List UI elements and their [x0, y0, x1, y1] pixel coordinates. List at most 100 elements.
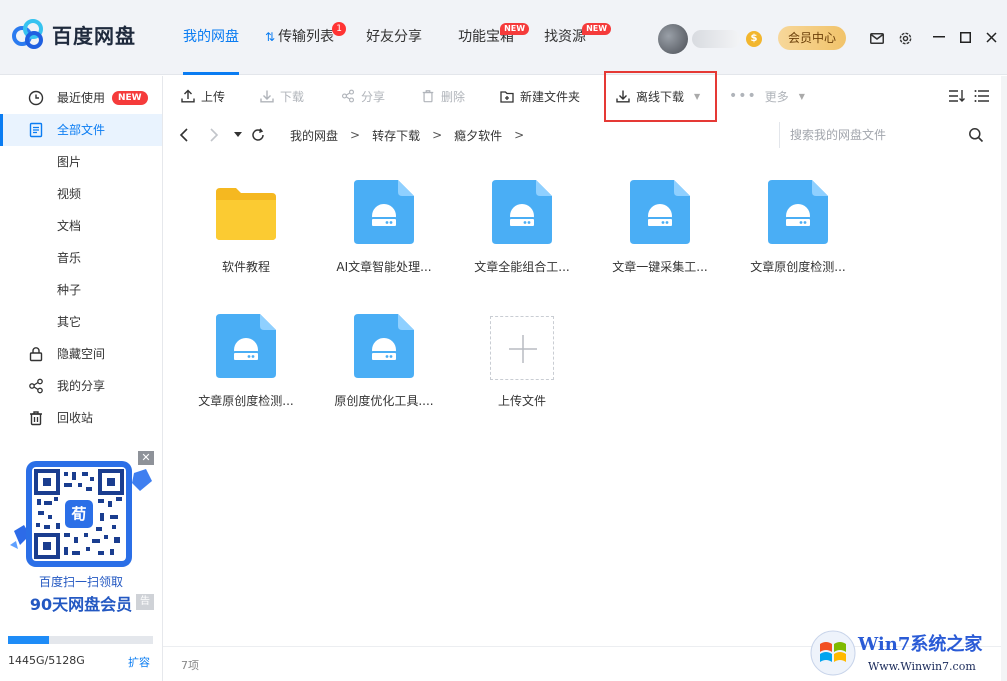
- sidebar-item-videos[interactable]: 视频: [0, 178, 162, 210]
- search-icon[interactable]: [968, 127, 984, 143]
- executable-file-icon: [354, 314, 414, 378]
- upload-file-tile[interactable]: 上传文件: [462, 288, 582, 408]
- site-watermark: Win7系统之家 Www.Winwin7.com: [808, 628, 1007, 681]
- sidebar-item-images[interactable]: 图片: [0, 146, 162, 178]
- list-view-icon[interactable]: [974, 88, 990, 104]
- sidebar-item-docs[interactable]: 文档: [0, 210, 162, 242]
- file-name: 原创度优化工具....: [324, 392, 444, 409]
- tab-my-netdisk[interactable]: 我的网盘: [170, 0, 252, 75]
- chevron-down-icon[interactable]: ▼: [694, 92, 700, 101]
- maximize-icon[interactable]: [953, 26, 977, 48]
- user-area[interactable]: $: [658, 24, 762, 54]
- file-item-folder[interactable]: 软件教程: [186, 154, 306, 274]
- right-edge-strip: [1001, 76, 1007, 681]
- more-dots-icon: •••: [729, 88, 757, 104]
- sidebar-item-label: 文档: [57, 210, 81, 242]
- trash-icon: [28, 410, 44, 426]
- file-item-exe[interactable]: 原创度优化工具....: [324, 288, 444, 408]
- sidebar-item-hidden-space[interactable]: 隐藏空间: [0, 338, 162, 370]
- promo-text-offer: 90天网盘会员: [8, 591, 154, 615]
- coin-icon[interactable]: $: [746, 31, 762, 47]
- sidebar-item-my-shares[interactable]: 我的分享: [0, 370, 162, 402]
- sidebar-item-recycle-bin[interactable]: 回收站: [0, 402, 162, 434]
- upload-icon: [181, 89, 195, 103]
- share-button[interactable]: 分享: [341, 76, 385, 116]
- chevron-down-icon: ▼: [799, 92, 805, 101]
- refresh-icon[interactable]: [251, 116, 265, 154]
- file-item-exe[interactable]: 文章原创度检测...: [186, 288, 306, 408]
- file-item-exe[interactable]: 文章原创度检测...: [738, 154, 858, 274]
- view-controls: [948, 88, 990, 104]
- download-icon: [616, 89, 630, 103]
- file-item-exe[interactable]: AI文章智能处理...: [324, 154, 444, 274]
- tab-transfer-list[interactable]: ⇅传输列表 1: [252, 0, 347, 75]
- main-nav: 我的网盘 ⇅传输列表 1 好友分享 功能宝箱 NEW 找资源 NEW: [170, 0, 599, 75]
- search-input[interactable]: [790, 122, 960, 148]
- window-controls: [927, 26, 1005, 48]
- file-item-exe[interactable]: 文章一键采集工...: [600, 154, 720, 274]
- share-label: 分享: [361, 88, 385, 105]
- new-folder-button[interactable]: 新建文件夹: [500, 76, 580, 116]
- sidebar-item-label: 隐藏空间: [57, 338, 105, 370]
- watermark-title: Win7系统之家: [858, 630, 982, 656]
- avatar[interactable]: [658, 24, 688, 54]
- expand-storage-link[interactable]: 扩容: [128, 654, 150, 670]
- upload-button[interactable]: 上传: [181, 76, 225, 116]
- storage-quota-bar: [8, 636, 153, 644]
- sidebar-item-all-files[interactable]: 全部文件: [0, 114, 162, 146]
- trash-icon: [421, 89, 435, 103]
- sidebar-item-torrents[interactable]: 种子: [0, 274, 162, 306]
- windows-logo-icon: [810, 630, 856, 676]
- history-dropdown-icon[interactable]: [234, 116, 242, 154]
- top-icons: [866, 28, 922, 48]
- sidebar-item-others[interactable]: 其它: [0, 306, 162, 338]
- promo-close-button[interactable]: ✕: [138, 451, 154, 465]
- file-item-exe[interactable]: 文章全能组合工...: [462, 154, 582, 274]
- back-icon[interactable]: [179, 116, 189, 154]
- mail-icon[interactable]: [866, 28, 888, 48]
- more-button[interactable]: ••• 更多 ▼: [729, 76, 805, 116]
- tab-toolbox[interactable]: 功能宝箱 NEW: [445, 0, 527, 75]
- executable-file-icon: [216, 314, 276, 378]
- file-name: 文章全能组合工...: [462, 258, 582, 275]
- sidebar-item-music[interactable]: 音乐: [0, 242, 162, 274]
- sidebar-item-label: 其它: [57, 306, 81, 338]
- vip-promo-banner[interactable]: ✕ 荀: [8, 451, 154, 631]
- vip-center-button[interactable]: 会员中心: [778, 26, 846, 50]
- sidebar-item-label: 最近使用: [57, 82, 105, 114]
- tab-label: 传输列表: [278, 29, 334, 45]
- gear-icon[interactable]: [894, 28, 916, 48]
- tab-find-resources[interactable]: 找资源 NEW: [531, 0, 599, 75]
- app-logo[interactable]: 百度网盘: [12, 18, 136, 50]
- document-icon: [28, 122, 44, 138]
- breadcrumb-item[interactable]: 瘾夕软件: [454, 127, 502, 144]
- sidebar-item-recent[interactable]: 最近使用 NEW: [0, 82, 162, 114]
- sidebar-item-label: 种子: [57, 274, 81, 306]
- sidebar-item-label: 回收站: [57, 402, 93, 434]
- title-bar: 百度网盘 我的网盘 ⇅传输列表 1 好友分享 功能宝箱 NEW 找资源 NEW …: [0, 0, 1007, 75]
- close-icon[interactable]: [979, 26, 1003, 48]
- share-icon: [341, 89, 355, 103]
- sort-icon[interactable]: [948, 88, 966, 104]
- minimize-icon[interactable]: [927, 26, 951, 48]
- upload-plus-box[interactable]: [490, 316, 554, 380]
- download-button[interactable]: 下载: [260, 76, 304, 116]
- delete-button[interactable]: 删除: [421, 76, 465, 116]
- file-name: 软件教程: [186, 258, 306, 275]
- download-icon: [260, 89, 274, 103]
- tab-label: 好友分享: [366, 29, 422, 45]
- more-label: 更多: [765, 88, 789, 105]
- storage-quota-text: 1445G/5128G: [8, 654, 85, 667]
- file-name: 文章原创度检测...: [186, 392, 306, 409]
- tab-friend-share[interactable]: 好友分享: [353, 0, 435, 75]
- new-badge: NEW: [582, 23, 611, 35]
- forward-icon[interactable]: [209, 116, 219, 154]
- offline-download-button[interactable]: 离线下载 ▼: [616, 76, 700, 116]
- sidebar-item-label: 图片: [57, 146, 81, 178]
- clock-icon: [28, 90, 44, 106]
- breadcrumb: 我的网盘 > 转存下载 > 瘾夕软件 >: [290, 116, 536, 154]
- offline-download-label: 离线下载: [636, 88, 684, 105]
- breadcrumb-item[interactable]: 转存下载: [372, 127, 420, 144]
- breadcrumb-separator: >: [350, 128, 360, 142]
- breadcrumb-item[interactable]: 我的网盘: [290, 127, 338, 144]
